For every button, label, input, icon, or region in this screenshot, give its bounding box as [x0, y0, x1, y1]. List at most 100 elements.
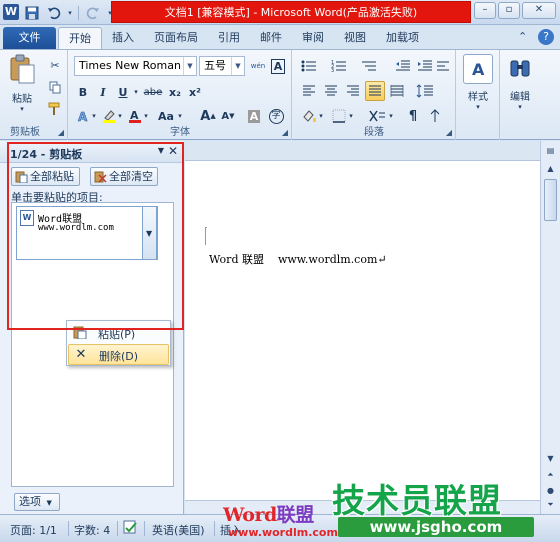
tab-addins[interactable]: 加载项: [376, 27, 429, 49]
status-language[interactable]: 英语(美国): [152, 522, 205, 538]
font-name-select[interactable]: Times New Roman ▼: [74, 56, 197, 76]
word-app-icon[interactable]: W: [3, 4, 19, 20]
line-spacing-icon[interactable]: [413, 81, 437, 101]
wordlm-logo-lianmeng: 联盟: [276, 504, 315, 526]
scroll-down-icon[interactable]: ▼: [543, 451, 558, 466]
clipboard-item-dropdown[interactable]: ▼: [142, 206, 157, 260]
editing-button[interactable]: 编辑 ▾: [502, 54, 538, 111]
paragraph-launcher-icon[interactable]: ◢: [446, 128, 452, 137]
phonetic-guide-button[interactable]: wén: [249, 56, 267, 76]
paste-icon: [7, 54, 37, 84]
tab-view[interactable]: 视图: [334, 27, 376, 49]
underline-dropdown-icon[interactable]: ▾: [132, 82, 140, 102]
help-icon[interactable]: ?: [538, 29, 554, 45]
context-delete-item[interactable]: ✕ 删除(D): [68, 344, 169, 365]
tab-home[interactable]: 开始: [58, 27, 102, 49]
align-center-icon[interactable]: [321, 81, 341, 101]
font-size-dropdown-icon[interactable]: ▼: [231, 57, 244, 75]
maximize-button[interactable]: ▫: [498, 2, 520, 19]
editing-label: 编辑: [510, 92, 530, 103]
font-size-select[interactable]: 五号 ▼: [199, 56, 245, 76]
editing-dropdown-icon[interactable]: ▾: [518, 103, 522, 111]
font-size-value: 五号: [204, 59, 226, 72]
ribbon-minimize-icon[interactable]: ⌃: [518, 30, 532, 44]
status-separator: [68, 521, 69, 536]
delete-x-icon: ✕: [75, 347, 87, 362]
status-word-count[interactable]: 字数: 4: [74, 522, 110, 538]
window-title: 文档1 [兼容模式] - Microsoft Word(产品激活失败): [164, 6, 418, 19]
tab-file[interactable]: 文件: [3, 27, 56, 49]
save-icon[interactable]: [22, 4, 42, 22]
font-launcher-icon[interactable]: ◢: [282, 128, 288, 137]
font-group-label: 字体: [170, 127, 190, 138]
jsgho-logo-watermark: 技术员联盟: [332, 481, 502, 520]
scroll-thumb[interactable]: [544, 179, 557, 221]
clipboard-item[interactable]: W Word联盟 www.wordlm.com: [16, 206, 158, 260]
font-name-dropdown-icon[interactable]: ▼: [183, 57, 196, 75]
strikethrough-button[interactable]: abe: [142, 82, 164, 102]
scroll-up-icon[interactable]: ▲: [543, 161, 558, 176]
distributed-icon[interactable]: [387, 81, 407, 101]
char-border-button[interactable]: A: [269, 56, 287, 76]
paragraph-group: 123 ▾ ▾ ▾ ¶ 段落 ◢: [293, 50, 456, 140]
tab-review[interactable]: 审阅: [292, 27, 334, 49]
undo-dropdown-icon[interactable]: ▾: [66, 4, 74, 22]
ruler-strip: [185, 141, 540, 161]
pane-close-icon[interactable]: ✕: [168, 144, 178, 158]
clear-all-button[interactable]: 全部清空: [90, 167, 158, 186]
ruler-toggle-icon[interactable]: ▤: [543, 143, 558, 158]
increase-indent-icon[interactable]: [415, 56, 435, 76]
bold-button[interactable]: B: [74, 82, 92, 102]
context-paste-item[interactable]: 粘贴(P): [68, 323, 169, 344]
paste-all-button[interactable]: 全部粘贴: [11, 167, 80, 186]
align-left-icon[interactable]: [299, 81, 319, 101]
wordlm-url-watermark: www.wordlm.com: [228, 526, 338, 539]
justify-icon[interactable]: [365, 81, 385, 101]
document-text[interactable]: Word 联盟 www.wordlm.com↵: [209, 251, 387, 267]
proofing-icon[interactable]: [123, 520, 139, 538]
font-group: Times New Roman ▼ 五号 ▼ wén A B I U ▾ abe…: [69, 50, 292, 140]
copy-icon[interactable]: [46, 78, 64, 96]
subscript-button[interactable]: x₂: [166, 82, 184, 102]
redo-icon[interactable]: [83, 4, 103, 22]
chinese-layout-icon[interactable]: [433, 56, 453, 76]
underline-button[interactable]: U: [114, 82, 132, 102]
vertical-scrollbar[interactable]: ▤ ▲ ▼ ⏶ ● ⏷: [540, 141, 560, 514]
paste-dropdown-icon[interactable]: ▾: [20, 105, 24, 113]
next-page-icon[interactable]: ⏷: [543, 497, 558, 512]
numbering-icon[interactable]: 123: [329, 56, 349, 76]
options-dropdown-icon: ▼: [46, 499, 52, 507]
pane-menu-icon[interactable]: ▼: [158, 146, 164, 155]
italic-button[interactable]: I: [94, 82, 112, 102]
cut-icon[interactable]: ✂: [46, 56, 64, 74]
prev-page-icon[interactable]: ⏶: [543, 467, 558, 482]
paste-button[interactable]: 粘贴 ▾: [4, 54, 40, 113]
decrease-indent-icon[interactable]: [393, 56, 413, 76]
align-right-icon[interactable]: [343, 81, 363, 101]
status-separator: [214, 521, 215, 536]
close-button[interactable]: ✕: [522, 2, 556, 19]
status-page[interactable]: 页面: 1/1: [10, 522, 57, 538]
wordlm-logo: Word联盟: [223, 500, 314, 527]
tab-mailings[interactable]: 邮件: [250, 27, 292, 49]
undo-icon[interactable]: [44, 4, 64, 22]
multilevel-list-icon[interactable]: [359, 56, 379, 76]
tab-page-layout[interactable]: 页面布局: [144, 27, 208, 49]
document-page[interactable]: Word 联盟 www.wordlm.com↵: [185, 161, 540, 514]
clipboard-task-pane: 1/24 - 剪贴板 ▼ ✕ 全部粘贴 全部清空 单击要粘贴的项目: W Wor…: [0, 141, 184, 514]
clipboard-pane-title: 1/24 - 剪贴板: [10, 148, 83, 161]
tab-references[interactable]: 引用: [208, 27, 250, 49]
bullets-icon[interactable]: [299, 56, 319, 76]
clipboard-launcher-icon[interactable]: ◢: [58, 128, 64, 137]
format-painter-icon[interactable]: [46, 100, 64, 118]
svg-text:A: A: [78, 110, 88, 123]
styles-group-divider: [455, 50, 500, 140]
window-controls: – ▫ ✕: [474, 2, 556, 19]
superscript-button[interactable]: x²: [186, 82, 204, 102]
minimize-button[interactable]: –: [474, 2, 496, 19]
paragraph-group-label: 段落: [364, 127, 384, 138]
tab-insert[interactable]: 插入: [102, 27, 144, 49]
paste-label: 粘贴: [12, 94, 32, 105]
browse-object-icon[interactable]: ●: [543, 483, 558, 498]
options-button[interactable]: 选项 ▼: [14, 493, 60, 511]
